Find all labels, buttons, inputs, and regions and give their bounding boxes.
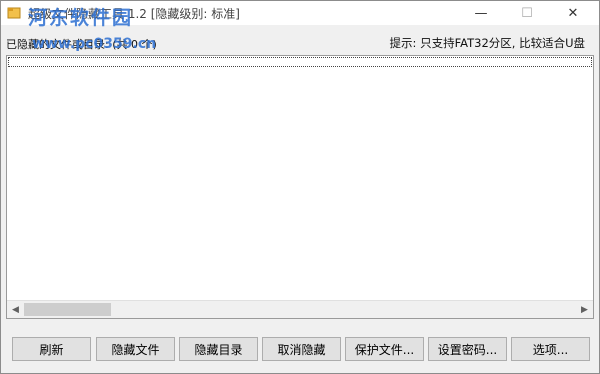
set-password-button[interactable]: 设置密码... [428,337,507,361]
minimize-button[interactable]: — [458,1,504,25]
refresh-button[interactable]: 刷新 [12,337,91,361]
button-row: 刷新 隐藏文件 隐藏目录 取消隐藏 保护文件... 设置密码... 选项... [1,337,599,367]
scroll-left-icon[interactable]: ◀ [7,301,24,318]
protect-file-button[interactable]: 保护文件... [345,337,424,361]
hidden-items-label: 已隐藏的文件或目录: (共 0 个) [6,38,157,51]
app-icon [7,7,21,19]
tip-text: 提示: 只支持FAT32分区, 比较适合U盘 [389,36,585,50]
list-focus-rect [8,57,592,67]
options-button[interactable]: 选项... [511,337,590,361]
hide-file-button[interactable]: 隐藏文件 [96,337,175,361]
close-button[interactable]: ✕ [550,1,596,25]
maximize-button[interactable]: ☐ [504,1,550,25]
scroll-thumb[interactable] [24,303,111,316]
scroll-right-icon[interactable]: ▶ [576,301,593,318]
unhide-button[interactable]: 取消隐藏 [262,337,341,361]
title-bar[interactable]: 超级文件隐藏工具 1.2 [隐藏级别: 标准] — ☐ ✕ [1,1,599,25]
hide-directory-button[interactable]: 隐藏目录 [179,337,258,361]
info-row: 已隐藏的文件或目录: (共 0 个) 提示: 只支持FAT32分区, 比较适合U… [1,27,599,55]
hidden-items-list[interactable]: ◀ ▶ [6,55,594,319]
horizontal-scrollbar[interactable]: ◀ ▶ [7,300,593,318]
window-title: 超级文件隐藏工具 1.2 [隐藏级别: 标准] [28,7,240,21]
main-window: 超级文件隐藏工具 1.2 [隐藏级别: 标准] — ☐ ✕ 已隐藏的文件或目录:… [0,0,600,374]
